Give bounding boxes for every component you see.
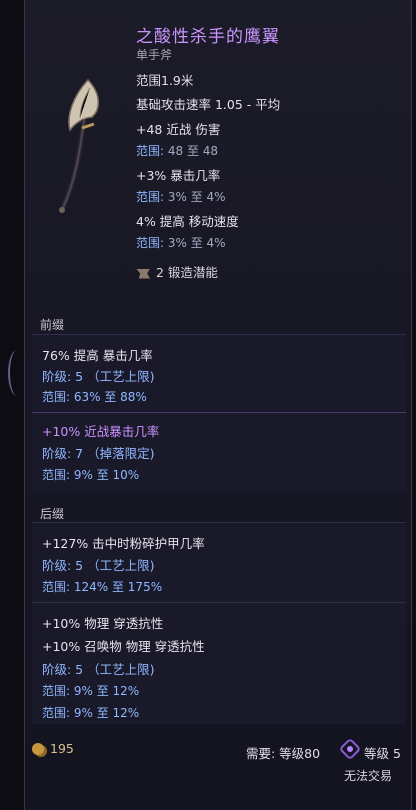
prefix-label: 前缀: [40, 318, 65, 332]
prefix-mod-1: 76% 提高 暴击几率 阶级: 5 （工艺上限) 范围: 63% 至 88%: [32, 334, 406, 412]
item-rank: 等级 5: [364, 746, 401, 761]
suffix-mod-2-text-2: +10% 召唤物 物理 穿透抗性: [42, 639, 205, 654]
item-header: 之酸性杀手的鹰翼 单手斧 范围1.9米 基础攻击速率 1.05 - 平均 +48…: [24, 0, 412, 300]
left-ornament: [8, 350, 26, 396]
item-value: 195: [50, 741, 74, 756]
prefix-mod-2-text: +10% 近战暴击几率: [42, 424, 160, 439]
suffix-mod-2-range-2: 范围: 9% 至 12%: [42, 706, 140, 720]
implicit-1: +48 近战 伤害: [136, 122, 221, 137]
forging-potential: 2 锻造潜能: [136, 262, 218, 281]
prefix-mod-2: +10% 近战暴击几率 阶级: 7 （掉落限定) 范围: 9% 至 10%: [32, 412, 406, 492]
suffix-mod-2: +10% 物理 穿透抗性 +10% 召唤物 物理 穿透抗性 阶级: 5 （工艺上…: [32, 602, 406, 724]
implicit-1-range: 范围: 48 至 48: [136, 144, 219, 158]
prefix-mod-1-tier: 阶级: 5 （工艺上限): [42, 369, 155, 384]
prefix-mod-1-text: 76% 提高 暴击几率: [42, 348, 153, 363]
rank-icon: [338, 737, 362, 761]
suffix-mod-2-text-1: +10% 物理 穿透抗性: [42, 616, 164, 631]
suffix-mod-1-text: +127% 击中时粉碎护甲几率: [42, 536, 205, 551]
level-requirement: 需要: 等级80: [246, 746, 321, 761]
trade-status: 无法交易: [344, 769, 393, 783]
implicit-2-range: 范围: 3% 至 4%: [136, 190, 226, 204]
attack-speed: 基础攻击速率 1.05 - 平均: [136, 97, 281, 112]
anvil-icon: [136, 268, 150, 279]
implicit-3: 4% 提高 移动速度: [136, 214, 239, 229]
item-name: 之酸性杀手的鹰翼: [136, 27, 280, 47]
prefix-mod-2-range: 范围: 9% 至 10%: [42, 468, 140, 482]
suffix-mod-2-tier: 阶级: 5 （工艺上限): [42, 662, 155, 677]
axe-icon: [59, 78, 99, 213]
implicit-2: +3% 暴击几率: [136, 168, 221, 183]
suffix-mod-2-range-1: 范围: 9% 至 12%: [42, 684, 140, 698]
suffix-mod-1-range: 范围: 124% 至 175%: [42, 580, 163, 594]
suffix-label: 后缀: [40, 507, 65, 521]
gold-coin-icon: [32, 743, 44, 755]
prefix-mod-2-tier: 阶级: 7 （掉落限定): [42, 446, 155, 461]
item-range: 范围1.9米: [136, 73, 194, 88]
item-type: 单手斧: [136, 48, 173, 62]
item-footer: 195 需要: 等级80 等级 5 无法交易: [24, 735, 412, 810]
suffix-mod-1: +127% 击中时粉碎护甲几率 阶级: 5 （工艺上限) 范围: 124% 至 …: [32, 522, 406, 602]
prefix-mod-1-range: 范围: 63% 至 88%: [42, 390, 147, 404]
suffix-mod-1-tier: 阶级: 5 （工艺上限): [42, 558, 155, 573]
implicit-3-range: 范围: 3% 至 4%: [136, 236, 226, 250]
